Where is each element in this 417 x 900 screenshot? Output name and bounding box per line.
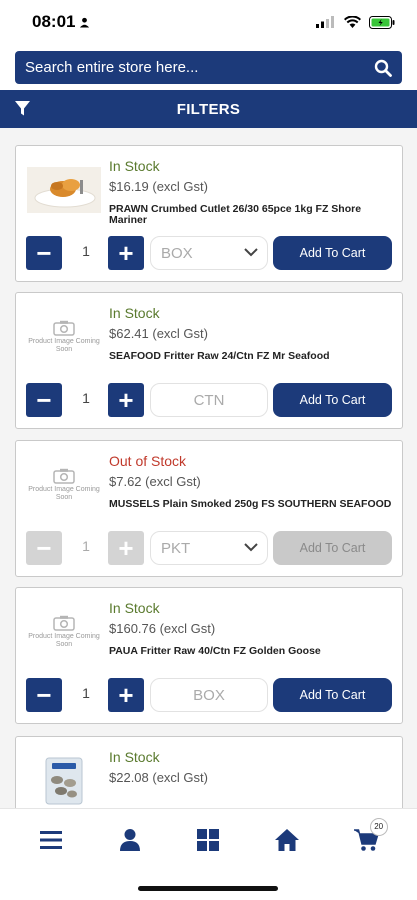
product-card[interactable]: Product Image Coming Soon In Stock $62.4… — [15, 292, 403, 429]
battery-icon — [369, 15, 395, 29]
status-bar: 08:01 — [0, 0, 417, 44]
clock-text: 08:01 — [32, 12, 76, 31]
product-card[interactable]: In Stock $22.08 (excl Gst) — [15, 736, 403, 808]
cart-count-badge: 20 — [369, 817, 388, 836]
product-name[interactable]: SEAFOOD Fritter Raw 24/Ctn FZ Mr Seafood — [109, 351, 399, 362]
add-to-cart-button[interactable]: Add To Cart — [273, 236, 392, 270]
stock-status: In Stock — [109, 158, 160, 174]
search-input[interactable] — [25, 59, 355, 76]
stock-status: In Stock — [109, 749, 160, 765]
nav-account[interactable] — [100, 815, 160, 865]
bottom-nav: 20 — [0, 808, 417, 870]
cart-controls: − 1 + BOX Add To Cart — [26, 236, 394, 272]
product-price: $160.76 (excl Gst) — [109, 621, 216, 636]
add-to-cart-button: Add To Cart — [273, 531, 392, 565]
home-indicator[interactable] — [138, 886, 278, 891]
product-price: $22.08 (excl Gst) — [109, 770, 208, 785]
home-indicator-area — [0, 870, 417, 900]
quantity-value[interactable]: 1 — [76, 390, 96, 406]
cart-controls: − 1 + CTN Add To Cart — [26, 383, 394, 419]
decrease-qty-button[interactable]: − — [26, 383, 62, 417]
filters-bar[interactable]: FILTERS — [0, 90, 417, 128]
add-to-cart-button[interactable]: Add To Cart — [273, 678, 392, 712]
home-icon[interactable] — [274, 828, 300, 852]
unit-label: PKT — [161, 539, 191, 557]
unit-field: CTN — [150, 383, 268, 417]
image-placeholder-text: Product Image Coming Soon — [28, 486, 100, 501]
quantity-value: 1 — [82, 538, 90, 554]
product-image[interactable]: Product Image Coming Soon — [26, 459, 102, 511]
unit-select[interactable]: BOX — [150, 236, 268, 270]
unit-label: BOX — [161, 244, 193, 262]
signal-icon — [316, 16, 334, 28]
increase-qty-button[interactable]: + — [108, 678, 144, 712]
decrease-qty-button[interactable]: − — [26, 236, 62, 270]
camera-icon — [53, 615, 75, 631]
nav-menu[interactable] — [21, 815, 81, 865]
filter-icon[interactable] — [14, 100, 31, 117]
product-list[interactable]: In Stock $16.19 (excl Gst) PRAWN Crumbed… — [0, 128, 417, 808]
unit-label: CTN — [193, 391, 225, 409]
cart-controls: − 1 + PKT Add To Cart — [26, 531, 394, 567]
stock-status: In Stock — [109, 600, 160, 616]
image-placeholder-text: Product Image Coming Soon — [28, 338, 100, 353]
product-image[interactable] — [26, 164, 102, 216]
image-placeholder-text: Product Image Coming Soon — [28, 633, 100, 648]
increase-qty-button: + — [108, 531, 144, 565]
nav-categories[interactable] — [178, 815, 238, 865]
wifi-icon — [344, 16, 361, 28]
status-time: 08:01 — [32, 12, 90, 32]
mussel-pack-photo — [45, 757, 83, 805]
product-name[interactable]: MUSSELS Plain Smoked 250g FS SOUTHERN SE… — [109, 499, 399, 510]
filters-label: FILTERS — [176, 100, 241, 118]
chevron-down-icon — [244, 543, 258, 552]
search-bar[interactable] — [15, 51, 402, 84]
product-name[interactable]: PAUA Fritter Raw 40/Ctn FZ Golden Goose — [109, 646, 399, 657]
increase-qty-button[interactable]: + — [108, 383, 144, 417]
camera-icon — [53, 468, 75, 484]
nav-cart[interactable]: 20 — [336, 815, 396, 865]
increase-qty-button[interactable]: + — [108, 236, 144, 270]
product-image[interactable]: Product Image Coming Soon — [26, 606, 102, 658]
grid-icon[interactable] — [196, 828, 220, 852]
product-image[interactable] — [26, 755, 102, 807]
product-price: $62.41 (excl Gst) — [109, 326, 208, 341]
unit-field: BOX — [150, 678, 268, 712]
search-icon[interactable] — [374, 59, 392, 77]
decrease-qty-button[interactable]: − — [26, 678, 62, 712]
camera-icon — [53, 320, 75, 336]
quantity-value[interactable]: 1 — [76, 243, 96, 259]
product-name[interactable]: PRAWN Crumbed Cutlet 26/30 65pce 1kg FZ … — [109, 204, 399, 226]
prawn-cutlet-photo — [27, 167, 101, 213]
product-card[interactable]: In Stock $16.19 (excl Gst) PRAWN Crumbed… — [15, 145, 403, 282]
search-container — [0, 44, 417, 90]
menu-icon[interactable] — [39, 830, 63, 850]
decrease-qty-button: − — [26, 531, 62, 565]
product-price: $16.19 (excl Gst) — [109, 179, 208, 194]
person-icon — [80, 17, 90, 28]
chevron-down-icon — [244, 248, 258, 257]
status-icons — [316, 15, 395, 29]
unit-select[interactable]: PKT — [150, 531, 268, 565]
unit-label: BOX — [193, 686, 225, 704]
stock-status: Out of Stock — [109, 453, 187, 469]
product-card[interactable]: Product Image Coming Soon Out of Stock $… — [15, 440, 403, 577]
product-image[interactable]: Product Image Coming Soon — [26, 311, 102, 363]
product-price: $7.62 (excl Gst) — [109, 474, 201, 489]
cart-controls: − 1 + BOX Add To Cart — [26, 678, 394, 714]
quantity-value[interactable]: 1 — [76, 685, 96, 701]
add-to-cart-button[interactable]: Add To Cart — [273, 383, 392, 417]
nav-home[interactable] — [257, 815, 317, 865]
product-card[interactable]: Product Image Coming Soon In Stock $160.… — [15, 587, 403, 724]
stock-status: In Stock — [109, 305, 160, 321]
user-icon[interactable] — [119, 828, 141, 852]
